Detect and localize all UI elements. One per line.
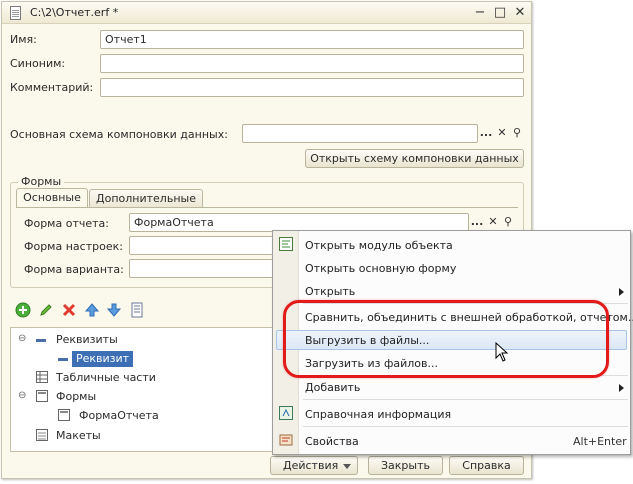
- variant-form-field[interactable]: [129, 259, 279, 278]
- help-button[interactable]: Справка: [449, 456, 524, 475]
- expand-requisites-icon[interactable]: ⊖: [18, 333, 26, 344]
- report-form-select-button[interactable]: ...: [469, 214, 485, 231]
- table-parts-icon: [36, 371, 48, 383]
- mouse-cursor-icon: [495, 342, 509, 362]
- submenu-arrow-icon: [619, 384, 624, 392]
- minimize-button[interactable]: −: [472, 5, 488, 21]
- requisites-icon: [36, 339, 46, 342]
- menu-item-open[interactable]: Открыть: [305, 285, 355, 298]
- open-schema-button[interactable]: Открыть схему компоновки данных: [305, 149, 524, 168]
- schema-search-icon[interactable]: ⚲: [509, 125, 525, 142]
- synonym-field[interactable]: [100, 54, 524, 73]
- window-title: C:\2\Отчет.erf *: [30, 6, 119, 19]
- expand-forms-icon[interactable]: ⊖: [18, 390, 26, 401]
- tree-node-requisites[interactable]: Реквизиты: [56, 333, 118, 346]
- menu-item-properties[interactable]: Свойства: [305, 435, 359, 448]
- document-icon: [10, 6, 21, 20]
- name-field[interactable]: Отчет1: [100, 30, 524, 49]
- arrow-down-icon[interactable]: [106, 302, 122, 318]
- red-x-icon[interactable]: [61, 302, 77, 318]
- tab-main[interactable]: Основные: [16, 188, 88, 208]
- settings-form-field[interactable]: [129, 236, 279, 255]
- help-info-icon: [279, 406, 293, 420]
- report-form-label: Форма отчета:: [24, 217, 109, 230]
- schema-field[interactable]: [242, 124, 478, 143]
- tab-divider: [16, 207, 518, 208]
- schema-clear-icon[interactable]: ✕: [494, 125, 510, 142]
- forms-icon: [36, 390, 48, 402]
- tree-node-requisite[interactable]: Реквизит: [72, 351, 134, 367]
- maximize-button[interactable]: □: [492, 5, 508, 21]
- close-window-button[interactable]: ✕: [512, 5, 528, 21]
- properties-icon: [279, 434, 293, 446]
- tree-node-tabular-parts[interactable]: Табличные части: [56, 371, 156, 384]
- properties-shortcut: Alt+Enter: [573, 435, 627, 448]
- plus-circle-icon[interactable]: [15, 302, 31, 318]
- chevron-down-icon: [343, 464, 351, 469]
- name-label: Имя:: [10, 33, 37, 46]
- close-button[interactable]: Закрыть: [368, 456, 443, 475]
- comment-field[interactable]: [100, 78, 524, 97]
- schema-label: Основная схема компоновки данных:: [10, 128, 228, 141]
- report-form-search-icon[interactable]: ⚲: [500, 214, 516, 231]
- menu-item-reference-info[interactable]: Справочная информация: [305, 408, 451, 421]
- report-form-clear-icon[interactable]: ✕: [485, 214, 501, 231]
- title-bar[interactable]: C:\2\Отчет.erf * − □ ✕: [2, 2, 531, 24]
- arrow-up-icon[interactable]: [84, 302, 100, 318]
- actions-button[interactable]: Действия: [270, 456, 358, 475]
- schema-select-button[interactable]: ...: [478, 125, 494, 142]
- menu-item-add[interactable]: Добавить: [305, 381, 360, 394]
- module-icon: [279, 237, 293, 251]
- menu-item-open-main-form[interactable]: Открыть основную форму: [305, 262, 456, 275]
- actions-button-label: Действия: [283, 459, 339, 472]
- tree-node-report-form[interactable]: ФормаОтчета: [79, 409, 159, 422]
- tab-additional[interactable]: Дополнительные: [89, 189, 203, 208]
- menu-separator: [303, 426, 628, 427]
- pencil-icon[interactable]: [38, 302, 54, 318]
- requisite-icon: [58, 358, 68, 361]
- tree-node-forms[interactable]: Формы: [56, 390, 96, 403]
- menu-item-open-module[interactable]: Открыть модуль объекта: [305, 239, 453, 252]
- layouts-icon: [36, 429, 48, 441]
- forms-group-title: Формы: [18, 175, 65, 188]
- variant-form-label: Форма варианта:: [24, 263, 124, 276]
- settings-form-label: Форма настроек:: [24, 240, 123, 253]
- submenu-arrow-icon: [619, 288, 624, 296]
- tree-node-layouts[interactable]: Макеты: [56, 429, 101, 442]
- menu-separator: [303, 399, 628, 400]
- highlight-annotation-oval: [283, 300, 609, 378]
- list-icon[interactable]: [129, 302, 145, 318]
- comment-label: Комментарий:: [10, 81, 94, 94]
- report-form-icon: [58, 409, 70, 421]
- synonym-label: Синоним:: [10, 57, 66, 70]
